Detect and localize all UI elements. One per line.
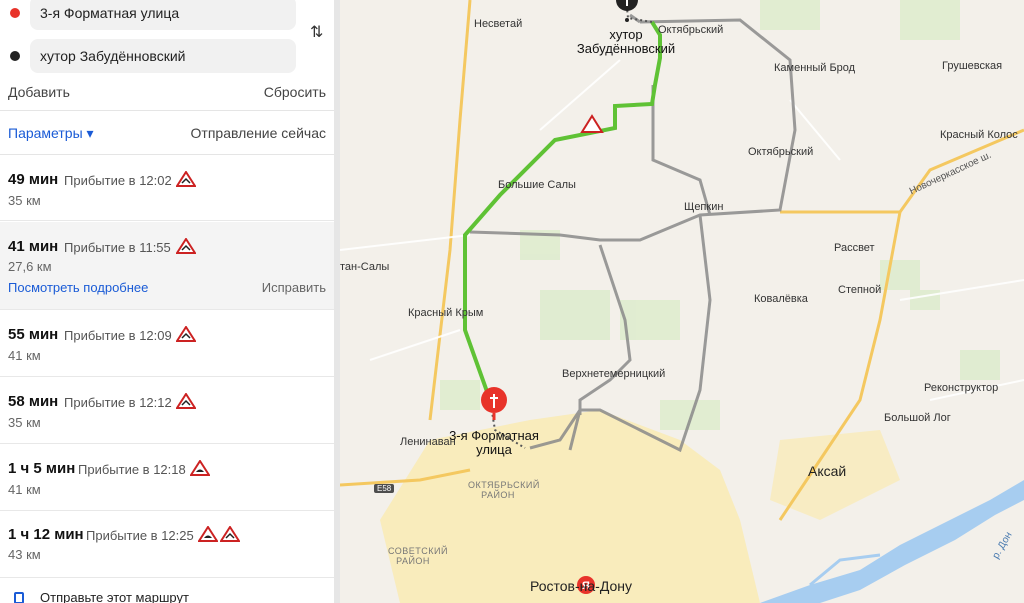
from-field[interactable]: 3-я Форматная улица (30, 0, 296, 30)
map-label-rekonstruktor: Реконструктор (924, 382, 999, 394)
road-works-icon (176, 393, 196, 409)
route-option[interactable]: 1 ч 12 мин Прибытие в 12:25 43 км (0, 512, 334, 578)
map-label-sultan-saly: тан-Салы (340, 261, 390, 273)
map-label-nesvetay: Несветай (474, 18, 523, 30)
map-label-oktyabrsky: Октябрьский (748, 146, 814, 158)
route-distance: 43 км (8, 547, 41, 562)
primary-route (463, 20, 662, 401)
map-label-bolshoy-log: Большой Лог (884, 412, 951, 424)
map-label-verkhnetemernitsky: Верхнетемерницкий (562, 368, 666, 380)
map-label-stepnoy: Степной (838, 284, 882, 296)
fix-link[interactable]: Исправить (262, 280, 326, 295)
phone-icon (14, 592, 24, 603)
route-option[interactable]: 58 мин Прибытие в 12:12 35 км (0, 378, 334, 444)
route-arrival: Прибытие в 12:18 (78, 462, 186, 477)
route-time: 1 ч 5 мин (8, 460, 76, 477)
road-works-icon (176, 238, 196, 254)
route-start-label: 3-я Форматная улица (449, 428, 539, 457)
map-label-kovalevka: Ковалёвка (754, 293, 808, 305)
params-dropdown[interactable]: Параметры ▾ (8, 125, 94, 142)
route-time: 49 мин (8, 171, 59, 188)
route-arrival: Прибытие в 12:25 (86, 528, 194, 543)
route-arrival: Прибытие в 11:55 (64, 240, 171, 255)
route-option[interactable]: 55 мин Прибытие в 12:09 41 км (0, 311, 334, 377)
map-label-schepkin: Щепкин (684, 201, 724, 213)
map-label-krasny-kolos: Красный Колос (940, 129, 1018, 141)
map[interactable]: Я Несветай Октябрьский Каменный Брод Гру… (340, 0, 1024, 603)
reset-button[interactable]: Сбросить (264, 84, 326, 100)
map-label-sovetsky-rayon: СОВЕТСКИЙ РАЙОН (388, 546, 448, 566)
share-route-link[interactable]: Отправьте этот маршрут (40, 590, 189, 603)
route-time: 1 ч 12 мин (8, 526, 84, 543)
route-distance: 27,6 км (8, 259, 52, 274)
road-works-icon (580, 114, 604, 133)
route-distance: 35 км (8, 415, 41, 430)
start-point-icon (10, 8, 20, 18)
alternative-routes (469, 13, 797, 453)
departure-selector[interactable]: Отправление сейчас (191, 125, 326, 141)
speed-bump-icon (198, 526, 218, 542)
route-time: 55 мин (8, 326, 59, 343)
end-point-icon (10, 51, 20, 61)
map-label-rassvet: Рассвет (834, 242, 875, 254)
map-label-krasny-krym: Красный Крым (408, 307, 484, 319)
route-time: 58 мин (8, 393, 59, 410)
details-link[interactable]: Посмотреть подробнее (8, 280, 148, 295)
map-label-oktyabrsky-rayon: ОКТЯБРЬСКИЙ РАЙОН (468, 480, 540, 500)
map-label-bolshie-saly: Большие Салы (498, 179, 576, 191)
route-arrival: Прибытие в 12:09 (64, 328, 172, 343)
route-arrival: Прибытие в 12:02 (64, 173, 172, 188)
add-point-button[interactable]: Добавить (8, 84, 70, 100)
route-time: 41 мин (8, 238, 59, 255)
map-canvas: Я (340, 0, 1024, 603)
route-distance: 41 км (8, 482, 41, 497)
to-field[interactable]: хутор Забудённовский (30, 39, 296, 73)
map-label-rostov: Ростов-на-Дону (530, 578, 632, 594)
route-option[interactable]: 1 ч 5 мин Прибытие в 12:18 41 км (0, 445, 334, 511)
map-label-aksay: Аксай (808, 463, 847, 479)
road-works-icon (176, 171, 196, 187)
route-distance: 35 км (8, 193, 41, 208)
divider (0, 110, 334, 111)
road-works-icon (176, 326, 196, 342)
minor-roads (340, 59, 1024, 401)
map-label-grushevskaya: Грушевская (942, 60, 1003, 72)
route-option-selected[interactable]: 41 мин Прибытие в 11:55 27,6 км Посмотре… (0, 222, 334, 310)
route-panel: 3-я Форматная улица хутор Забудённовский… (0, 0, 334, 603)
route-distance: 41 км (8, 348, 41, 363)
highway-badge: E58 (374, 484, 395, 493)
swap-icon[interactable]: ⇅ (310, 22, 323, 42)
route-option[interactable]: 49 мин Прибытие в 12:02 35 км (0, 155, 334, 221)
speed-bump-icon (190, 460, 210, 476)
map-label-kamenny-brod: Каменный Брод (774, 62, 856, 74)
route-end-label: хутор Забудённовский (576, 27, 676, 56)
start-pin-icon (481, 387, 507, 420)
route-arrival: Прибытие в 12:12 (64, 395, 172, 410)
road-works-icon (220, 526, 240, 542)
